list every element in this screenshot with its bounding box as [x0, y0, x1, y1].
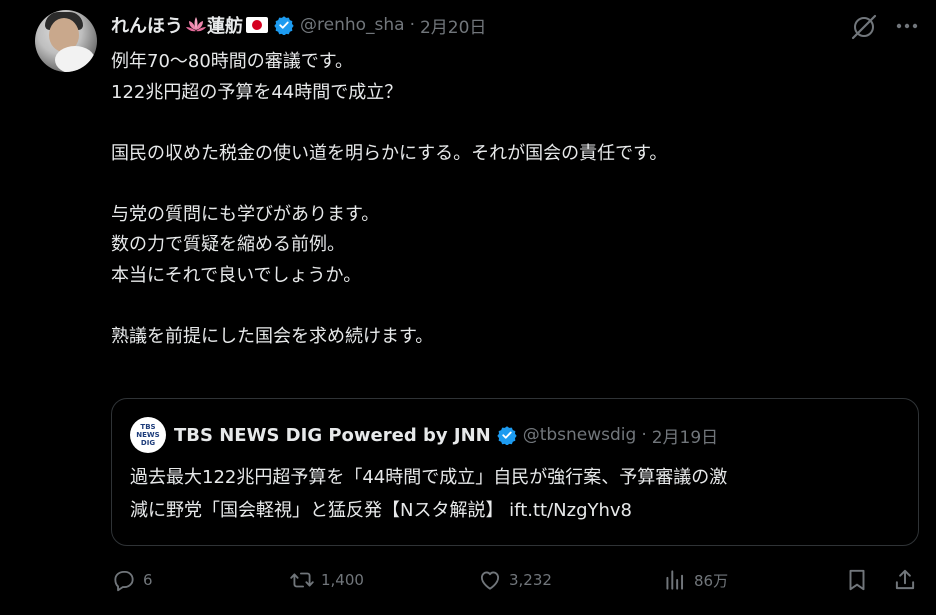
- lotus-icon: [185, 15, 207, 35]
- heart-icon: [480, 571, 500, 590]
- quoted-tweet-header: TBS NEWS DIG TBS NEWS DIG Powered by JNN…: [130, 417, 718, 453]
- verified-badge-icon[interactable]: [274, 15, 294, 35]
- tweet-line: 例年70〜80時間の審議です。: [111, 51, 354, 72]
- reply-button[interactable]: 6: [111, 565, 153, 595]
- view-count: 86万: [694, 571, 729, 590]
- tweet-line: 本当にそれで良いでしょうか。: [111, 264, 362, 286]
- quoted-author-name[interactable]: TBS NEWS DIG Powered by JNN: [174, 425, 491, 446]
- share-button[interactable]: [892, 565, 918, 595]
- japan-flag-icon: [246, 17, 268, 33]
- repost-button[interactable]: 1,400: [289, 565, 364, 595]
- tweet-line: 与党の質問にも学びがあります。: [111, 203, 380, 225]
- tweet-line: 国民の収めた税金の使い道を明らかにする。それが国会の責任です。: [111, 142, 668, 164]
- author-avatar[interactable]: [35, 10, 97, 72]
- tweet-line: [111, 169, 911, 200]
- analytics-icon: [666, 570, 684, 590]
- repost-icon: [290, 572, 314, 588]
- quoted-tweet[interactable]: TBS NEWS DIG TBS NEWS DIG Powered by JNN…: [111, 398, 919, 546]
- share-icon: [895, 569, 915, 590]
- separator-dot: ·: [409, 15, 415, 35]
- tweet-line: 熟議を前提にした国会を求め続けます。: [111, 325, 434, 347]
- bookmark-icon: [849, 569, 865, 591]
- author-handle[interactable]: @renho_sha: [300, 15, 405, 35]
- tweet-date[interactable]: 2月20日: [420, 13, 486, 38]
- views-button[interactable]: 86万: [662, 565, 728, 595]
- reply-icon: [114, 570, 134, 592]
- tweet-header: れんほう 蓮舫 @renho_sha · 2月20日: [111, 11, 916, 39]
- grok-icon[interactable]: [850, 13, 878, 45]
- quoted-tweet-text: 過去最大122兆円超予算を「44時間で成立」自民が強行案、予算審議の激 減に野党…: [130, 461, 910, 527]
- tweet-text: 例年70〜80時間の審議です。 122兆円超の予算を44時間で成立？ 国民の収め…: [111, 47, 911, 352]
- bookmark-button[interactable]: [844, 565, 870, 595]
- author-name-suffix[interactable]: 蓮舫: [207, 12, 243, 38]
- action-bar: 6 1,400 3,232 86万: [111, 565, 921, 595]
- reply-count: 6: [143, 571, 153, 589]
- quoted-author-handle[interactable]: @tbsnewsdig: [523, 425, 637, 445]
- tbs-news-dig-logo[interactable]: TBS NEWS DIG: [130, 417, 166, 453]
- quoted-tweet-date[interactable]: 2月19日: [652, 423, 718, 448]
- tweet-line: [111, 108, 911, 139]
- quoted-line: 減に野党「国会軽視」と猛反発【Nスタ解説】 ift.tt/NzgYhv8: [130, 500, 633, 521]
- tweet-line: 122兆円超の予算を44時間で成立？: [111, 81, 403, 103]
- tweet-line: 数の力で質疑を縮める前例。: [111, 234, 345, 255]
- tweet-line: [111, 291, 911, 322]
- repost-count: 1,400: [321, 571, 364, 589]
- separator-dot: ·: [641, 425, 647, 445]
- quoted-line: 過去最大122兆円超予算を「44時間で成立」自民が強行案、予算審議の激: [130, 467, 728, 488]
- like-count: 3,232: [509, 571, 552, 589]
- verified-badge-icon[interactable]: [497, 425, 517, 445]
- like-button[interactable]: 3,232: [477, 565, 552, 595]
- author-name[interactable]: れんほう: [111, 12, 183, 38]
- more-options-icon[interactable]: [894, 13, 920, 43]
